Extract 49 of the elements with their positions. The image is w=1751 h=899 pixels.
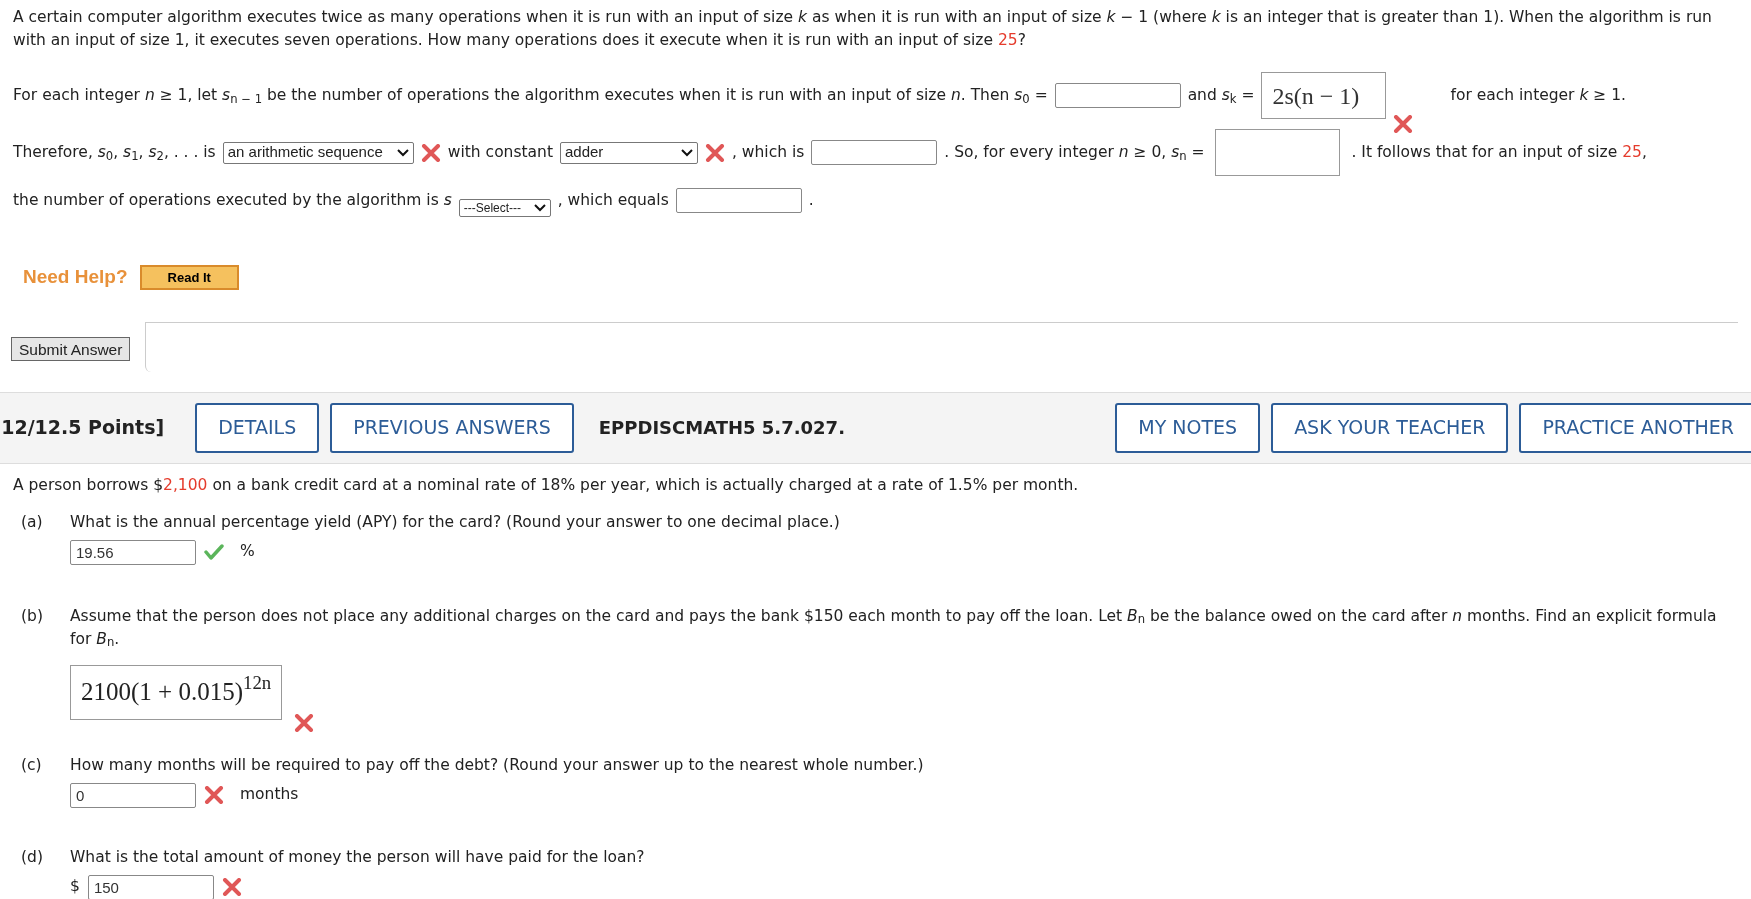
question-text: A certain computer algorithm executes twice as many operations when it is run with an input of size k as when it is run with an input of size k − 1 (where k is an integer that is greater than 1). When the algorithm is run with an input of size 1, it executes seven operations. How many operations does it execute when it is run with an input of size 25?: [13, 7, 1713, 51]
question-text: For each integer n ≥ 1, let s$_{n − 1}$ be the number of operations the algorithm executes when it is run with an input of size n. Then s$_{0}$ =: [13, 84, 1048, 108]
question-text: , which is: [732, 141, 805, 163]
question-text: and s$_{k}$ =: [1187, 84, 1255, 108]
part-label: (b): [21, 605, 44, 627]
question-text: Therefore, s$_{0}$, s$_{1}$, s$_{2}$, . . . is: [13, 141, 216, 165]
currency-label: $: [70, 876, 80, 898]
submit-answer-button[interactable]: Submit Answer: [11, 336, 131, 361]
read-it-button[interactable]: Read It: [139, 264, 239, 290]
part-label: (d): [21, 846, 44, 868]
question-text: A person borrows $2,100 on a bank credit card at a nominal rate of 18% per year, which is actually charged at a rate of 1.5% per month.: [13, 474, 1080, 496]
question-text: . So, for every integer n ≥ 0, s$_{n}$ =: [944, 141, 1205, 165]
question-text: with constant: [447, 141, 553, 163]
dropdown[interactable]: adder: [560, 141, 698, 164]
answer-field[interactable]: [811, 140, 938, 165]
question-text: How many months will be required to pay off the debt? (Round your answer up to the nearest whole number.): [70, 754, 925, 776]
math-answer-field[interactable]: 2100(1 + 0.015)$^{12n}$: [70, 664, 283, 720]
header-button[interactable]: ASK YOUR TEACHER: [1271, 402, 1509, 453]
question-text: Assume that the person does not place any additional charges on the card and pays the bank $150 each month to pay off the loan. Let B$_{n}$ be the balance owed on the card after n months. Find an explicit formula for B$_{n}$.: [70, 605, 1718, 651]
question-text: for each integer k ≥ 1.: [1450, 84, 1627, 106]
dropdown[interactable]: ---Select---: [458, 198, 551, 217]
points-label: .12/12.5 Points]: [0, 415, 165, 441]
part-label: (c): [21, 754, 43, 776]
help-label: Need Help?: [23, 265, 128, 289]
question-text: What is the total amount of money the person will have paid for the loan?: [70, 846, 646, 868]
answer-field[interactable]: 19.56: [70, 539, 196, 565]
question-text: .: [808, 189, 814, 211]
math-answer-field[interactable]: [1215, 129, 1341, 176]
question-text: , which equals: [557, 189, 669, 211]
problem-code: EPPDISCMATH5 5.7.027.: [598, 416, 845, 440]
caret-icon: [533, 203, 546, 212]
answer-field[interactable]: 0: [70, 782, 196, 808]
caret-icon: [396, 148, 409, 157]
answer-field[interactable]: 150: [87, 874, 214, 899]
answer-field[interactable]: [1054, 83, 1181, 108]
question-text: What is the annual percentage yield (APY) for the card? (Round your answer to one decimal place.): [70, 511, 841, 533]
question-text: . It follows that for an input of size 25,: [1351, 141, 1647, 163]
unit-label: %: [240, 541, 255, 563]
unit-label: months: [240, 784, 299, 806]
header-button[interactable]: PRACTICE ANOTHER: [1519, 402, 1751, 453]
part-label: (a): [21, 511, 44, 533]
answer-field[interactable]: [675, 188, 802, 213]
dropdown[interactable]: an arithmetic sequence: [222, 141, 414, 164]
header-button[interactable]: MY NOTES: [1115, 402, 1261, 453]
math-answer-field[interactable]: 2s(n − 1): [1261, 72, 1387, 119]
caret-icon: [681, 148, 693, 157]
question-text: the number of operations executed by the algorithm is s: [13, 189, 452, 211]
header-button[interactable]: PREVIOUS ANSWERS: [330, 402, 574, 453]
header-button[interactable]: DETAILS: [195, 402, 320, 453]
